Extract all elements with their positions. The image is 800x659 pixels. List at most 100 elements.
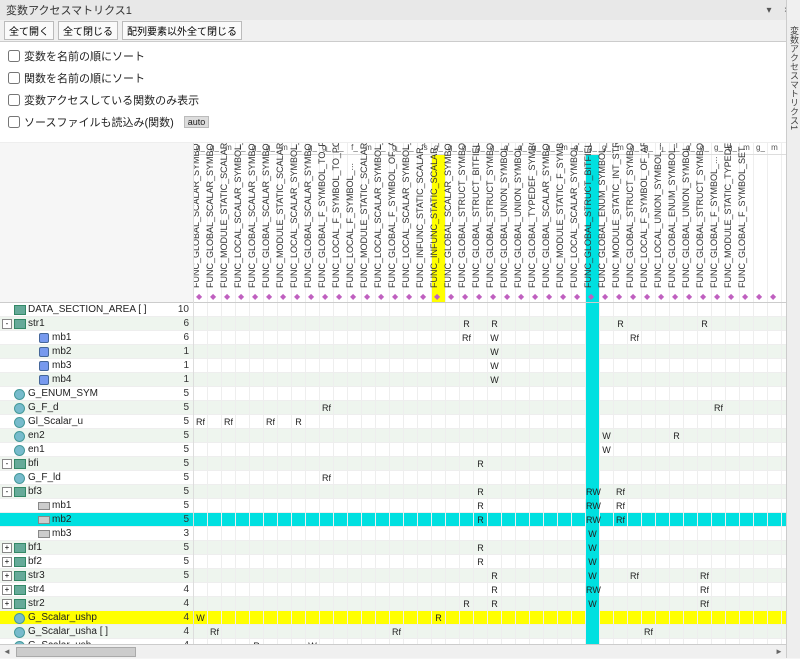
matrix-cell[interactable]: [362, 387, 376, 401]
matrix-cell[interactable]: [726, 303, 740, 317]
matrix-cell[interactable]: [712, 415, 726, 429]
matrix-cell[interactable]: [502, 625, 516, 639]
sort-icon[interactable]: ◆: [266, 292, 272, 301]
matrix-cell[interactable]: [278, 485, 292, 499]
matrix-cell[interactable]: [460, 541, 474, 555]
matrix-cell[interactable]: [320, 513, 334, 527]
matrix-cell[interactable]: [334, 471, 348, 485]
matrix-cell[interactable]: [292, 401, 306, 415]
matrix-cell[interactable]: [320, 625, 334, 639]
matrix-cell[interactable]: [670, 401, 684, 415]
side-tab[interactable]: 変数アクセスマトリクス1: [786, 20, 800, 658]
matrix-cell[interactable]: [586, 303, 600, 317]
matrix-cell[interactable]: [684, 373, 698, 387]
matrix-cell[interactable]: [264, 513, 278, 527]
matrix-cell[interactable]: [250, 303, 264, 317]
matrix-cell[interactable]: [390, 331, 404, 345]
matrix-cell[interactable]: [628, 415, 642, 429]
matrix-cell[interactable]: [712, 373, 726, 387]
matrix-cell[interactable]: [572, 555, 586, 569]
matrix-cell[interactable]: [418, 303, 432, 317]
matrix-cell[interactable]: [348, 331, 362, 345]
matrix-cell[interactable]: [698, 415, 712, 429]
matrix-cell[interactable]: [390, 597, 404, 611]
matrix-cell[interactable]: [236, 345, 250, 359]
matrix-cell[interactable]: [390, 387, 404, 401]
matrix-cell[interactable]: [236, 625, 250, 639]
tree-toggle[interactable]: -: [2, 459, 12, 469]
matrix-cell[interactable]: [642, 387, 656, 401]
matrix-cell[interactable]: [558, 443, 572, 457]
matrix-cell[interactable]: [544, 499, 558, 513]
matrix-cell[interactable]: [474, 429, 488, 443]
matrix-cell[interactable]: [642, 569, 656, 583]
matrix-cell[interactable]: [656, 443, 670, 457]
matrix-cell[interactable]: [712, 625, 726, 639]
matrix-cell[interactable]: [432, 443, 446, 457]
matrix-cell[interactable]: [684, 303, 698, 317]
matrix-cell[interactable]: [278, 387, 292, 401]
matrix-cell[interactable]: [194, 401, 208, 415]
matrix-cell[interactable]: [376, 625, 390, 639]
matrix-cell[interactable]: [334, 443, 348, 457]
matrix-cell[interactable]: [320, 527, 334, 541]
matrix-cell[interactable]: [194, 527, 208, 541]
matrix-cell[interactable]: [194, 331, 208, 345]
matrix-cell[interactable]: [418, 471, 432, 485]
matrix-cell[interactable]: [670, 443, 684, 457]
matrix-cell[interactable]: Rf: [320, 401, 334, 415]
matrix-cell[interactable]: [740, 303, 754, 317]
matrix-cell[interactable]: [446, 499, 460, 513]
matrix-cell[interactable]: [460, 555, 474, 569]
matrix-cell[interactable]: [334, 583, 348, 597]
matrix-cell[interactable]: [726, 611, 740, 625]
matrix-cell[interactable]: [236, 457, 250, 471]
matrix-cell[interactable]: [530, 415, 544, 429]
matrix-cell[interactable]: [698, 401, 712, 415]
matrix-cell[interactable]: [278, 303, 292, 317]
matrix-cell[interactable]: [348, 499, 362, 513]
matrix-cell[interactable]: [502, 373, 516, 387]
matrix-cell[interactable]: [642, 373, 656, 387]
matrix-cell[interactable]: [348, 359, 362, 373]
matrix-cell[interactable]: [250, 625, 264, 639]
variable-row-header[interactable]: G_F_ld5: [0, 471, 193, 485]
matrix-cell[interactable]: [642, 527, 656, 541]
matrix-cell[interactable]: [516, 555, 530, 569]
matrix-cell[interactable]: [306, 625, 320, 639]
sort-icon[interactable]: ◆: [644, 292, 650, 301]
matrix-cell[interactable]: [726, 387, 740, 401]
matrix-cell[interactable]: [670, 345, 684, 359]
matrix-cell[interactable]: [698, 303, 712, 317]
matrix-cell[interactable]: [544, 457, 558, 471]
matrix-cell[interactable]: [208, 513, 222, 527]
matrix-cell[interactable]: [530, 569, 544, 583]
matrix-cell[interactable]: [768, 541, 782, 555]
matrix-cell[interactable]: [698, 443, 712, 457]
matrix-cell[interactable]: [334, 429, 348, 443]
matrix-cell[interactable]: [740, 471, 754, 485]
matrix-cell[interactable]: Rf: [614, 485, 628, 499]
matrix-cell[interactable]: [432, 345, 446, 359]
matrix-cell[interactable]: [390, 471, 404, 485]
matrix-cell[interactable]: [194, 373, 208, 387]
matrix-cell[interactable]: [334, 625, 348, 639]
matrix-cell[interactable]: [754, 443, 768, 457]
matrix-cell[interactable]: [516, 625, 530, 639]
matrix-cell[interactable]: [754, 499, 768, 513]
matrix-cell[interactable]: [530, 499, 544, 513]
matrix-cell[interactable]: [446, 359, 460, 373]
matrix-cell[interactable]: [740, 415, 754, 429]
matrix-cell[interactable]: [306, 303, 320, 317]
matrix-cell[interactable]: [362, 471, 376, 485]
matrix-cell[interactable]: [404, 541, 418, 555]
matrix-cell[interactable]: [670, 331, 684, 345]
matrix-cell[interactable]: [292, 387, 306, 401]
matrix-cell[interactable]: [614, 555, 628, 569]
matrix-cell[interactable]: [628, 303, 642, 317]
matrix-cell[interactable]: [278, 555, 292, 569]
matrix-cell[interactable]: [292, 513, 306, 527]
matrix-cell[interactable]: [558, 555, 572, 569]
matrix-cell[interactable]: [208, 485, 222, 499]
matrix-cell[interactable]: [222, 555, 236, 569]
